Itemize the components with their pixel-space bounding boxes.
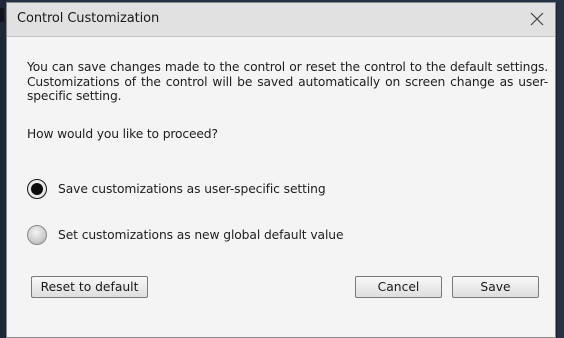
radio-dot — [31, 183, 43, 195]
background-mark — [0, 8, 4, 22]
radio-button-selected[interactable] — [27, 179, 47, 199]
save-button[interactable]: Save — [452, 276, 539, 298]
option-label-global-default: Set customizations as new global default… — [58, 228, 344, 242]
reset-to-default-button[interactable]: Reset to default — [31, 276, 148, 298]
control-customization-dialog: Control Customization You can save chang… — [6, 2, 556, 338]
dialog-description: You can save changes made to the control… — [27, 60, 548, 103]
dialog-title: Control Customization — [17, 11, 160, 26]
radio-button-unselected[interactable] — [27, 225, 47, 245]
cancel-button[interactable]: Cancel — [355, 276, 442, 298]
title-bar[interactable]: Control Customization — [7, 3, 555, 37]
dialog-question: How would you like to proceed? — [27, 127, 218, 141]
close-icon[interactable] — [525, 7, 549, 31]
option-user-specific[interactable]: Save customizations as user-specific set… — [27, 178, 326, 200]
option-global-default[interactable]: Set customizations as new global default… — [27, 224, 344, 246]
background-edge-right — [557, 0, 564, 338]
option-label-user-specific: Save customizations as user-specific set… — [58, 182, 326, 196]
